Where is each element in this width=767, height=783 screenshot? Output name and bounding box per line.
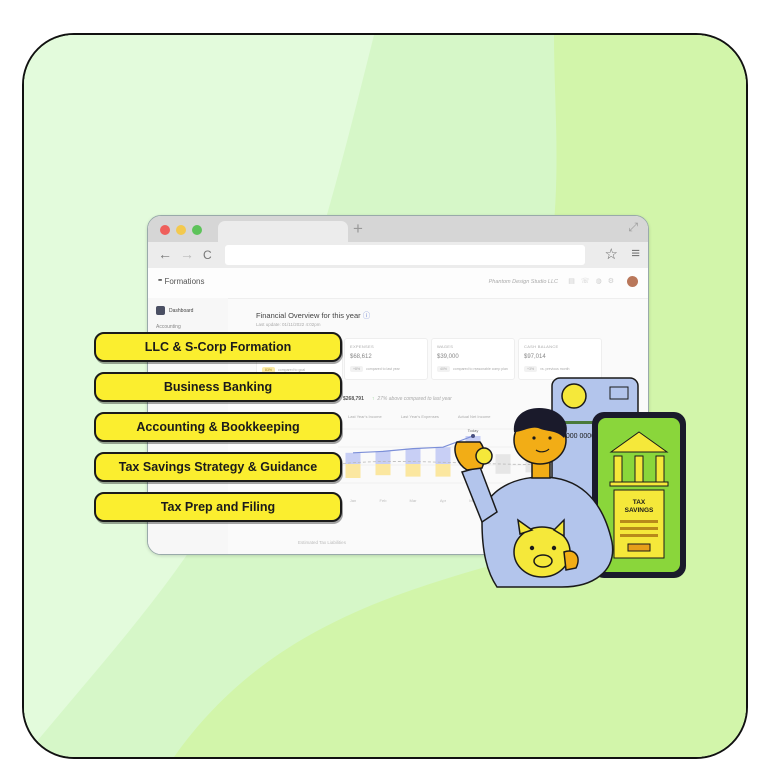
svg-text:TAX: TAX [633,499,646,506]
header-icons[interactable]: ▤☏◍⚙ [568,277,620,285]
close-window-button[interactable] [160,225,170,235]
income-bar [375,451,391,464]
expense-bar [345,464,361,478]
tab-bar: + ⤢ [148,216,648,242]
minimize-window-button[interactable] [176,225,186,235]
svg-text:SAVINGS: SAVINGS [625,507,654,514]
navigation-bar: ← → C ☆ ≡ [148,242,648,268]
browser-menu-icon[interactable]: ≡ [631,245,640,262]
expand-icon[interactable]: ⤢ [628,220,638,235]
estimated-tax-link[interactable]: Estimated Tax Liabilities [298,540,346,545]
forward-button[interactable]: → [180,246,194,262]
service-llc-formation[interactable]: LLC & S-Corp Formation [94,332,342,362]
service-business-banking[interactable]: Business Banking [94,372,342,402]
app-header: ⁼ Formations Phantom Design Studio LLC ▤… [148,268,648,299]
app-logo[interactable]: ⁼ Formations [158,277,204,286]
promo-card: + ⤢ ← → C ☆ ≡ ⁼ Formations Phantom Desig… [22,33,748,759]
stat-card-expenses: EXPENSES $68,612 +8% compared to last yea… [344,338,428,380]
x-tick-label: Mar [410,498,418,503]
browser-tab[interactable] [218,221,348,242]
info-icon[interactable]: ⓘ [363,311,371,320]
new-tab-button[interactable]: + [353,219,363,239]
service-tax-strategy[interactable]: Tax Savings Strategy & Guidance [94,452,342,482]
back-button[interactable]: ← [158,246,172,262]
user-avatar[interactable] [627,276,638,287]
illustration: 0000 0000 TAX SAVINGS [454,377,686,588]
svg-text:0000 0000: 0000 0000 [562,433,595,440]
legend-item[interactable]: Last Year's Expenses [401,414,439,419]
address-bar[interactable] [225,245,585,265]
company-name[interactable]: Phantom Design Studio LLC [489,279,558,285]
service-tax-prep[interactable]: Tax Prep and Filing [94,492,342,522]
chart-icon [156,306,165,315]
x-tick-label: Feb [380,498,388,503]
logo-text: Formations [164,277,205,286]
maximize-window-button[interactable] [192,225,202,235]
x-tick-label: Jan [350,498,356,503]
expense-bar [375,464,391,476]
sidebar-item-dashboard[interactable]: Dashboard [156,306,193,315]
reload-button[interactable]: C [203,248,212,262]
service-accounting[interactable]: Accounting & Bookkeeping [94,412,342,442]
arrow-up-icon: ↑ [371,396,375,402]
sidebar-item-accounting[interactable]: Accounting [156,324,181,330]
legend-item[interactable]: Last Year's Income [348,414,382,419]
expense-bar [405,464,421,477]
overview-title: Financial Overview for this year ⓘ [256,311,371,320]
bookmark-star-icon[interactable]: ☆ [605,245,618,263]
coin-icon [475,447,493,465]
last-update: Last update: 01/11/2022 4:02pm [256,322,321,327]
ytd-summary: $268,791 ↑ 27% above compared to last year [343,396,452,402]
